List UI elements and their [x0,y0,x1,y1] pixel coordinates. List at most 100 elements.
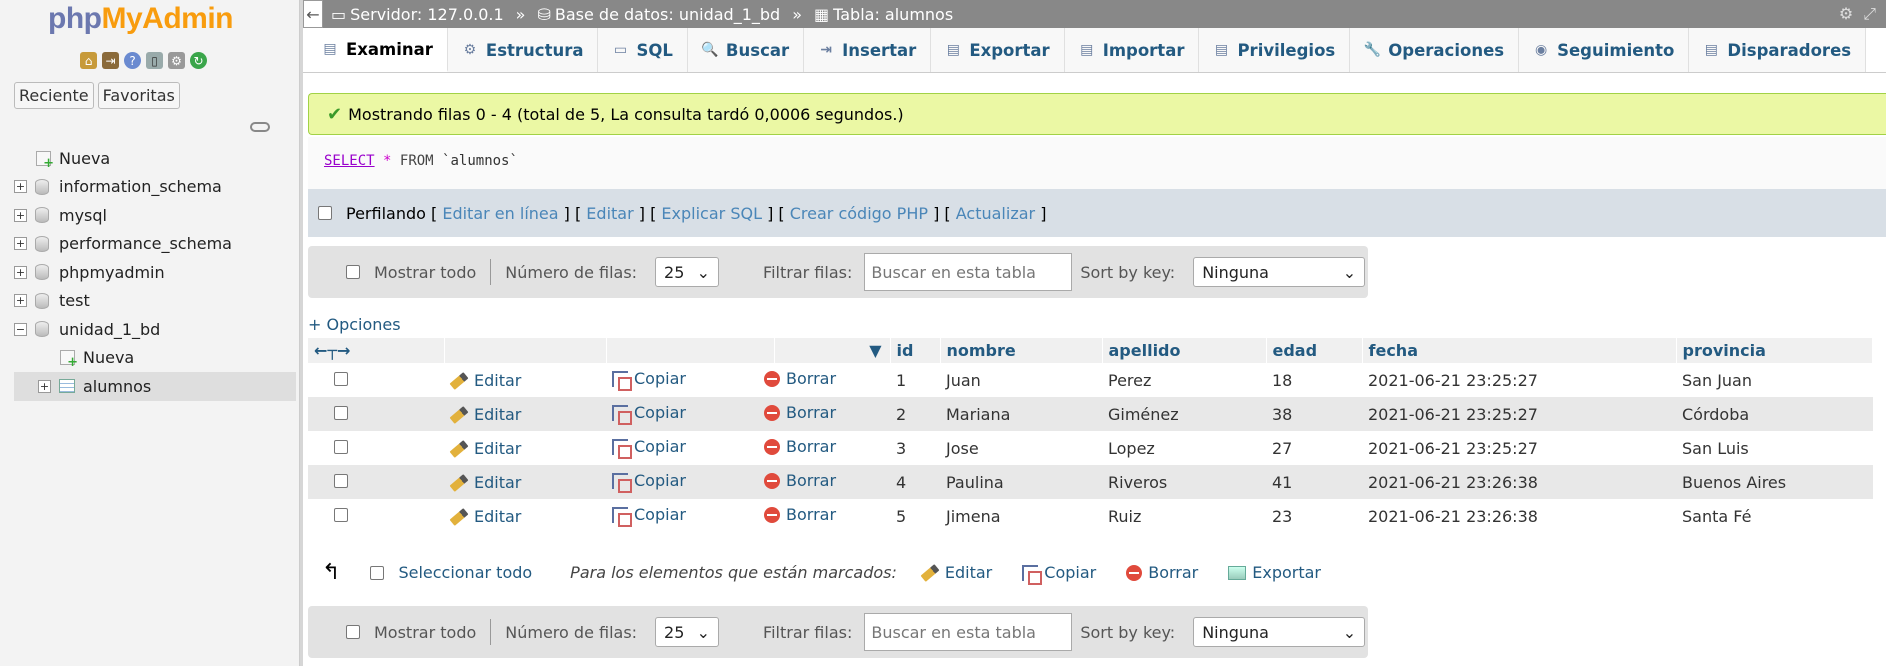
tree-item-label[interactable]: Nueva [83,348,134,367]
cell-id[interactable]: 4 [890,465,940,499]
column-header-id[interactable]: id [890,338,941,363]
breadcrumb-database[interactable]: Base de datos: unidad_1_bd [555,5,780,24]
bulk-export-button[interactable]: Exportar [1228,563,1321,582]
cell-nombre[interactable]: Mariana [940,397,1102,431]
rows-per-page-select[interactable]: 25 ⌄ [655,617,720,647]
expand-icon[interactable]: + [14,265,27,279]
explain-sql-link[interactable]: Explicar SQL [661,204,762,223]
column-resize-arrows[interactable]: ←┬→ [308,338,445,363]
column-header-fecha[interactable]: fecha [1362,338,1677,363]
cell-id[interactable]: 1 [890,363,940,397]
cell-nombre[interactable]: Paulina [940,465,1102,499]
row-checkbox[interactable] [334,371,348,386]
favorites-tab[interactable]: Favoritas [97,82,180,109]
cell-fecha[interactable]: 2021-06-21 23:26:38 [1362,499,1676,533]
tree-item[interactable]: − unidad_1_bd [14,315,296,344]
bulk-delete-button[interactable]: Borrar [1126,563,1198,582]
cell-id[interactable]: 2 [890,397,940,431]
cell-apellido[interactable]: Lopez [1102,431,1266,465]
tab-privilegios[interactable]: ▤ Privilegios [1199,28,1351,72]
row-edit-button[interactable]: Editar [449,405,521,424]
row-edit-button[interactable]: Editar [449,473,521,492]
sort-by-key-select[interactable]: Ninguna ⌄ [1193,617,1366,647]
create-php-code-link[interactable]: Crear código PHP [790,204,928,223]
expand-icon[interactable]: + [14,237,27,251]
cell-apellido[interactable]: Perez [1102,363,1266,397]
row-delete-button[interactable]: Borrar [764,403,836,422]
cell-id[interactable]: 3 [890,431,940,465]
cell-id[interactable]: 5 [890,499,940,533]
recent-tab[interactable]: Reciente [14,82,94,109]
cell-nombre[interactable]: Juan [940,363,1102,397]
row-checkbox[interactable] [334,439,348,454]
tab-disparadores[interactable]: ▤ Disparadores [1689,28,1867,72]
row-checkbox[interactable] [334,405,348,420]
tree-item-label[interactable]: test [59,291,90,310]
tab-seguimiento[interactable]: ◉ Seguimiento [1519,28,1690,72]
cell-edad[interactable]: 23 [1266,499,1362,533]
cell-nombre[interactable]: Jimena [940,499,1102,533]
cell-provincia[interactable]: Buenos Aires [1676,465,1873,499]
row-delete-button[interactable]: Borrar [764,369,836,388]
column-header-provincia[interactable]: provincia [1676,338,1873,363]
show-all-checkbox[interactable] [346,625,360,639]
column-header-apellido[interactable]: apellido [1102,338,1267,363]
tree-item[interactable]: + performance_schema [14,230,296,259]
sort-by-key-select[interactable]: Ninguna ⌄ [1193,257,1366,287]
expand-icon[interactable]: + [14,208,27,222]
select-all-checkbox[interactable] [370,565,385,580]
tab-estructura[interactable]: ⚙ Estructura [447,28,599,72]
edit-inline-link[interactable]: Editar en línea [442,204,558,223]
column-header-edad[interactable]: edad [1266,338,1363,363]
expand-icon[interactable]: + [14,294,27,308]
breadcrumb-table[interactable]: Tabla: alumnos [833,5,953,24]
tree-item-label[interactable]: unidad_1_bd [59,320,160,339]
tab-operaciones[interactable]: 🔧 Operaciones [1350,28,1520,72]
cell-apellido[interactable]: Riveros [1102,465,1266,499]
expand-icon[interactable]: + [38,379,51,393]
row-edit-button[interactable]: Editar [449,371,521,390]
tree-item[interactable]: + alumnos [14,372,296,401]
row-copy-button[interactable]: Copiar [612,369,686,391]
cell-nombre[interactable]: Jose [940,431,1102,465]
cell-edad[interactable]: 18 [1266,363,1362,397]
cell-apellido[interactable]: Ruiz [1102,499,1266,533]
cell-fecha[interactable]: 2021-06-21 23:25:27 [1362,397,1676,431]
collapse-icon[interactable]: ⤢ [1863,4,1876,24]
cell-fecha[interactable]: 2021-06-21 23:25:27 [1362,431,1676,465]
profiling-checkbox[interactable] [318,206,332,220]
tree-item[interactable]: + mysql [14,201,296,230]
tree-item-label[interactable]: performance_schema [59,234,232,253]
cell-edad[interactable]: 41 [1266,465,1362,499]
refresh-link[interactable]: Actualizar [956,204,1035,223]
tab-sql[interactable]: ▭ SQL [598,28,688,72]
row-edit-button[interactable]: Editar [449,507,521,526]
row-copy-button[interactable]: Copiar [612,437,686,459]
tab-importar[interactable]: ▤ Importar [1064,28,1200,72]
tab-buscar[interactable]: 🔍 Buscar [687,28,805,72]
cell-provincia[interactable]: Santa Fé [1676,499,1873,533]
tab-exportar[interactable]: ▤ Exportar [931,28,1065,72]
cell-apellido[interactable]: Giménez [1102,397,1266,431]
tree-item[interactable]: Nueva [14,144,296,173]
options-link[interactable]: + Opciones [308,315,401,334]
column-header-nombre[interactable]: nombre [940,338,1103,363]
tree-item-label[interactable]: information_schema [59,177,222,196]
breadcrumb-server[interactable]: Servidor: 127.0.0.1 [350,5,504,24]
phpmyadmin-logo[interactable]: phpMyAdmin [48,2,233,36]
row-checkbox[interactable] [334,473,348,488]
row-edit-button[interactable]: Editar [449,439,521,458]
cell-edad[interactable]: 38 [1266,397,1362,431]
show-all-checkbox[interactable] [346,265,360,279]
tree-item[interactable]: + phpmyadmin [14,258,296,287]
cell-provincia[interactable]: San Juan [1676,363,1873,397]
select-all-link[interactable]: Seleccionar todo [398,563,532,582]
tree-item-label[interactable]: phpmyadmin [59,263,165,282]
link-icon[interactable] [250,122,270,132]
row-delete-button[interactable]: Borrar [764,437,836,456]
filter-rows-input[interactable]: Buscar en esta tabla [864,253,1073,291]
reload-icon[interactable]: ↻ [190,52,207,69]
collapse-sidebar-button[interactable]: ← [303,0,323,28]
row-delete-button[interactable]: Borrar [764,505,836,524]
help-icon[interactable]: ? [124,52,141,69]
